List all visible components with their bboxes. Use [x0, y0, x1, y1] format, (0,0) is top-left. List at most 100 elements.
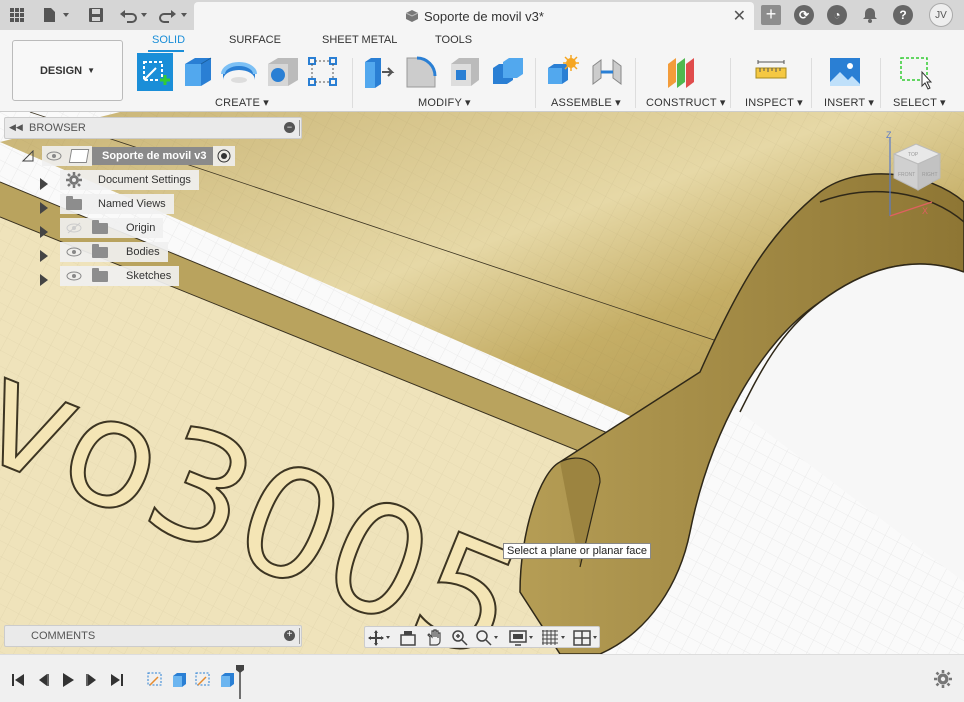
orbit-icon[interactable] [367, 629, 390, 647]
minus-icon[interactable]: − [284, 122, 295, 133]
timeline-extrude-icon[interactable] [218, 670, 236, 688]
combine-icon[interactable] [491, 54, 525, 90]
timeline-marker[interactable] [236, 665, 244, 699]
add-tab-icon[interactable]: + [760, 4, 782, 26]
timeline-sketch-icon[interactable] [146, 670, 164, 688]
ribbon-toolbar: DESIGN ▼ SOLID SURFACE SHEET METAL TOOLS… [0, 30, 964, 112]
press-pull-icon[interactable] [362, 54, 396, 90]
new-component-icon[interactable] [546, 54, 580, 90]
timeline-settings-gear-icon[interactable] [934, 670, 952, 688]
offset-plane-icon[interactable] [664, 54, 698, 90]
expand-arrow-icon[interactable] [40, 250, 48, 262]
comments-panel-header[interactable]: COMMENTS + [4, 625, 302, 647]
display-settings-icon[interactable] [509, 629, 537, 647]
look-at-icon[interactable] [399, 629, 417, 647]
browser-panel-header[interactable]: ◀◀ BROWSER − [4, 117, 302, 139]
tab-surface[interactable]: SURFACE [229, 34, 281, 46]
browser-item-document-settings[interactable]: Document Settings [40, 170, 199, 190]
browser-item-bodies[interactable]: Bodies [40, 242, 168, 262]
step-forward-icon[interactable] [84, 672, 100, 688]
browser-item-sketches[interactable]: Sketches [40, 266, 180, 286]
workspace-switcher[interactable]: DESIGN ▼ [12, 40, 123, 101]
add-comment-icon[interactable]: + [284, 630, 295, 641]
measure-icon[interactable] [754, 54, 788, 90]
insert-image-icon[interactable] [828, 54, 862, 90]
close-icon[interactable]: ✕ [733, 6, 746, 26]
browser-item-named-views[interactable]: Named Views [40, 194, 174, 214]
play-icon[interactable] [60, 672, 76, 688]
joint-icon[interactable] [590, 54, 624, 90]
job-status-icon[interactable]: ◔ [826, 4, 848, 26]
expand-arrow-icon[interactable] [40, 274, 48, 286]
tab-tools[interactable]: TOOLS [435, 34, 472, 46]
divider [730, 58, 731, 108]
revolve-icon[interactable] [221, 54, 257, 90]
assemble-group-label[interactable]: ASSEMBLE ▾ [551, 96, 621, 109]
tab-solid[interactable]: SOLID [152, 34, 185, 46]
grid-settings-icon[interactable] [541, 629, 569, 647]
eye-icon[interactable] [66, 270, 82, 282]
extrude-icon[interactable] [181, 54, 215, 90]
workspace-label: DESIGN [39, 64, 83, 77]
inspect-label: INSPECT [745, 97, 794, 109]
file-menu-icon[interactable] [40, 4, 72, 26]
select-window-icon[interactable] [898, 54, 933, 90]
divider [880, 58, 881, 108]
timeline-extrude-icon[interactable] [170, 670, 188, 688]
hole-icon[interactable] [266, 54, 300, 90]
document-title-label: Soporte de movil v3* [424, 9, 544, 24]
browser-item-label: Document Settings [98, 174, 191, 186]
expand-arrow-icon[interactable] [40, 202, 48, 214]
app-grid-icon[interactable] [6, 4, 28, 26]
expand-arrow-icon[interactable] [40, 178, 48, 190]
create-sketch-icon[interactable] [136, 52, 174, 92]
expand-triangle-icon[interactable] [22, 150, 34, 162]
fit-icon[interactable] [475, 629, 501, 647]
undo-icon[interactable] [118, 4, 150, 26]
step-back-icon[interactable] [35, 672, 51, 688]
eye-icon[interactable] [66, 246, 82, 258]
collapse-panel-icon[interactable]: ◀◀ [9, 122, 23, 133]
browser-item-label: Named Views [98, 198, 166, 210]
user-avatar[interactable]: JV [928, 3, 954, 27]
insert-group-label[interactable]: INSERT ▾ [824, 96, 874, 109]
chevron-down-icon: ▼ [87, 66, 96, 75]
inspect-group-label[interactable]: INSPECT ▾ [745, 96, 803, 109]
timeline-bar [0, 654, 964, 702]
zoom-icon[interactable] [451, 629, 469, 647]
timeline-sketch-icon[interactable] [194, 670, 212, 688]
svg-text:Z: Z [886, 130, 892, 140]
eye-hidden-icon[interactable] [66, 222, 82, 234]
extensions-icon[interactable]: ⟳ [793, 4, 815, 26]
notifications-icon[interactable] [859, 4, 881, 26]
create-label: CREATE [215, 97, 261, 109]
root-label-box: Soporte de movil v3 [92, 147, 213, 165]
panel-grip[interactable] [299, 120, 302, 136]
help-icon[interactable]: ? [892, 4, 914, 26]
navigation-bar [364, 626, 600, 648]
browser-item-label: Sketches [126, 270, 172, 282]
go-to-end-icon[interactable] [109, 672, 125, 688]
viewports-icon[interactable] [573, 629, 601, 647]
select-group-label[interactable]: SELECT ▾ [893, 96, 946, 109]
browser-item-origin[interactable]: Origin [40, 218, 164, 238]
create-group-label[interactable]: CREATE ▾ [215, 96, 269, 109]
pattern-icon[interactable] [306, 54, 340, 90]
pan-icon[interactable] [425, 629, 443, 647]
selection-tooltip: Select a plane or planar face [503, 543, 652, 559]
save-icon[interactable] [86, 4, 106, 26]
fillet-icon[interactable] [404, 54, 438, 90]
redo-icon[interactable] [158, 4, 190, 26]
panel-grip[interactable] [299, 628, 302, 644]
eye-icon[interactable] [46, 150, 62, 162]
construct-group-label[interactable]: CONSTRUCT ▾ [646, 96, 726, 109]
go-to-start-icon[interactable] [10, 672, 26, 688]
browser-root-row[interactable]: Soporte de movil v3 [22, 146, 235, 166]
shell-icon[interactable] [448, 54, 482, 90]
folder-icon [92, 243, 108, 258]
tab-sheet-metal[interactable]: SHEET METAL [322, 34, 397, 46]
document-tab[interactable]: Soporte de movil v3* ✕ [194, 2, 754, 30]
expand-arrow-icon[interactable] [40, 226, 48, 238]
modify-group-label[interactable]: MODIFY ▾ [418, 96, 471, 109]
activate-radio-icon[interactable] [217, 149, 231, 163]
